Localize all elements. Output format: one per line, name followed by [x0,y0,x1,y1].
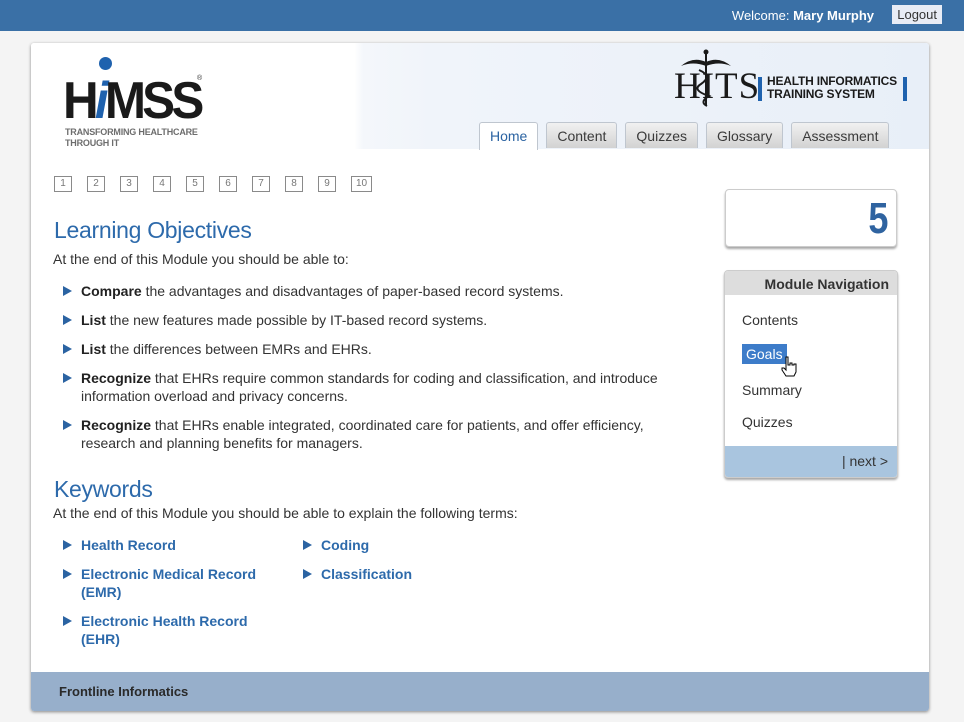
page-link-10[interactable]: 10 [351,176,372,192]
page-link-5[interactable]: 5 [186,176,204,192]
page-footer: Frontline Informatics [31,672,929,711]
himss-tagline: TRANSFORMING HEALTHCARE THROUGH IT [65,127,198,149]
keywords-heading: Keywords [54,476,153,502]
keyword-label: Coding [321,537,370,553]
module-navigation-title: Module Navigation [725,271,897,295]
himss-logo-word: HiMSS [63,72,204,130]
page-container: HiMSS ® TRANSFORMING HEALTHCARE THROUGH … [31,43,929,711]
tab-home[interactable]: Home [479,122,539,150]
hits-divider-right [903,77,907,101]
triangle-bullet-icon [63,420,72,430]
tab-assessment[interactable]: Assessment [791,122,890,148]
objective-verb: Recognize [81,370,152,386]
tab-content[interactable]: Content [546,122,618,148]
objective-item: Recognize that EHRs enable integrated, c… [61,416,681,452]
objective-item: List the new features made possible by I… [61,311,681,329]
page-pager: 1 2 3 4 5 6 7 8 9 10 [54,176,372,192]
objective-verb: Compare [81,283,142,299]
hits-text-line2: TRAINING SYSTEM [767,87,875,101]
keyword-label: Classification [321,566,413,582]
objectives-intro: At the end of this Module you should be … [53,251,349,267]
welcome-message: Welcome: Mary Murphy [732,8,874,23]
keyword-health-record[interactable]: Health Record [61,536,291,554]
objective-verb: Recognize [81,417,152,433]
objective-text: the new features made possible by IT-bas… [105,312,488,328]
tab-quizzes[interactable]: Quizzes [625,122,698,148]
learning-objectives-heading: Learning Objectives [54,217,252,243]
triangle-bullet-icon [303,569,312,579]
main-tabs: Home Content Quizzes Glossary Assessment [479,122,890,150]
user-name: Mary Murphy [793,8,874,23]
triangle-bullet-icon [63,344,72,354]
keyword-ehr[interactable]: Electronic Health Record (EHR) [61,612,261,648]
keyword-label: Electronic Medical Record (EMR) [81,566,257,600]
triangle-bullet-icon [63,373,72,383]
himss-logo-h: H [63,72,99,130]
module-navigation-panel: Module Navigation Contents Goals Summary… [724,270,898,478]
page-link-3[interactable]: 3 [120,176,138,192]
page-link-8[interactable]: 8 [285,176,303,192]
objective-verb: List [81,341,106,357]
triangle-bullet-icon [303,540,312,550]
objective-item: Recognize that EHRs require common stand… [61,369,681,405]
objective-item: Compare the advantages and disadvantages… [61,282,681,300]
himss-logo: HiMSS ® TRANSFORMING HEALTHCARE THROUGH … [63,57,213,149]
objective-text: that EHRs require common standards for c… [81,370,658,404]
page-link-2[interactable]: 2 [87,176,105,192]
module-number: 5 [867,194,888,243]
himss-logo-i: i [94,72,109,130]
tab-glossary[interactable]: Glossary [705,122,784,148]
keyword-emr[interactable]: Electronic Medical Record (EMR) [61,565,261,601]
page-link-7[interactable]: 7 [252,176,270,192]
triangle-bullet-icon [63,616,72,626]
top-bar: Welcome: Mary Murphy Logout [0,0,964,31]
himss-logo-mss: MSS [104,72,204,130]
page-link-1[interactable]: 1 [54,176,72,192]
module-nav-contents[interactable]: Contents [742,312,798,328]
module-nav-goals[interactable]: Goals [742,344,787,364]
triangle-bullet-icon [63,569,72,579]
module-nav-quizzes[interactable]: Quizzes [742,414,793,430]
himss-tagline-line2: THROUGH IT [65,138,119,148]
module-nav-summary[interactable]: Summary [742,382,802,398]
keyword-label: Electronic Health Record (EHR) [81,613,248,647]
module-nav-footer: | next > [725,446,897,477]
logout-button[interactable]: Logout [892,5,942,24]
triangle-bullet-icon [63,315,72,325]
footer-label: Frontline Informatics [59,684,189,699]
objective-verb: List [81,312,106,328]
registered-mark: ® [197,75,203,82]
keywords-column-1: Health Record Electronic Medical Record … [61,536,291,659]
keyword-label: Health Record [81,537,176,553]
hits-letters: HITS [674,66,761,107]
triangle-bullet-icon [63,286,72,296]
objective-text: the advantages and disadvantages of pape… [141,283,564,299]
page-link-4[interactable]: 4 [153,176,171,192]
keyword-coding[interactable]: Coding [301,536,501,554]
page-link-9[interactable]: 9 [318,176,336,192]
keyword-classification[interactable]: Classification [301,565,501,583]
objective-text: that EHRs enable integrated, coordinated… [81,417,644,451]
hits-text: HEALTH INFORMATICS TRAINING SYSTEM [767,75,897,101]
keywords-column-2: Coding Classification [301,536,501,594]
himss-logo-dot [99,57,112,70]
himss-tagline-line1: TRANSFORMING HEALTHCARE [65,127,198,137]
next-link[interactable]: | next > [842,453,897,469]
objective-item: List the differences between EMRs and EH… [61,340,681,358]
objectives-list: Compare the advantages and disadvantages… [61,282,681,463]
welcome-label: Welcome: [731,8,790,23]
hits-logo: HITS HEALTH INFORMATICS TRAINING SYSTEM [671,48,911,118]
hits-divider-left [758,77,762,101]
objective-text: the differences between EMRs and EHRs. [105,341,372,357]
keywords-intro: At the end of this Module you should be … [53,505,518,521]
module-number-box: 5 [725,189,897,247]
page-link-6[interactable]: 6 [219,176,237,192]
triangle-bullet-icon [63,540,72,550]
header: HiMSS ® TRANSFORMING HEALTHCARE THROUGH … [31,43,929,150]
